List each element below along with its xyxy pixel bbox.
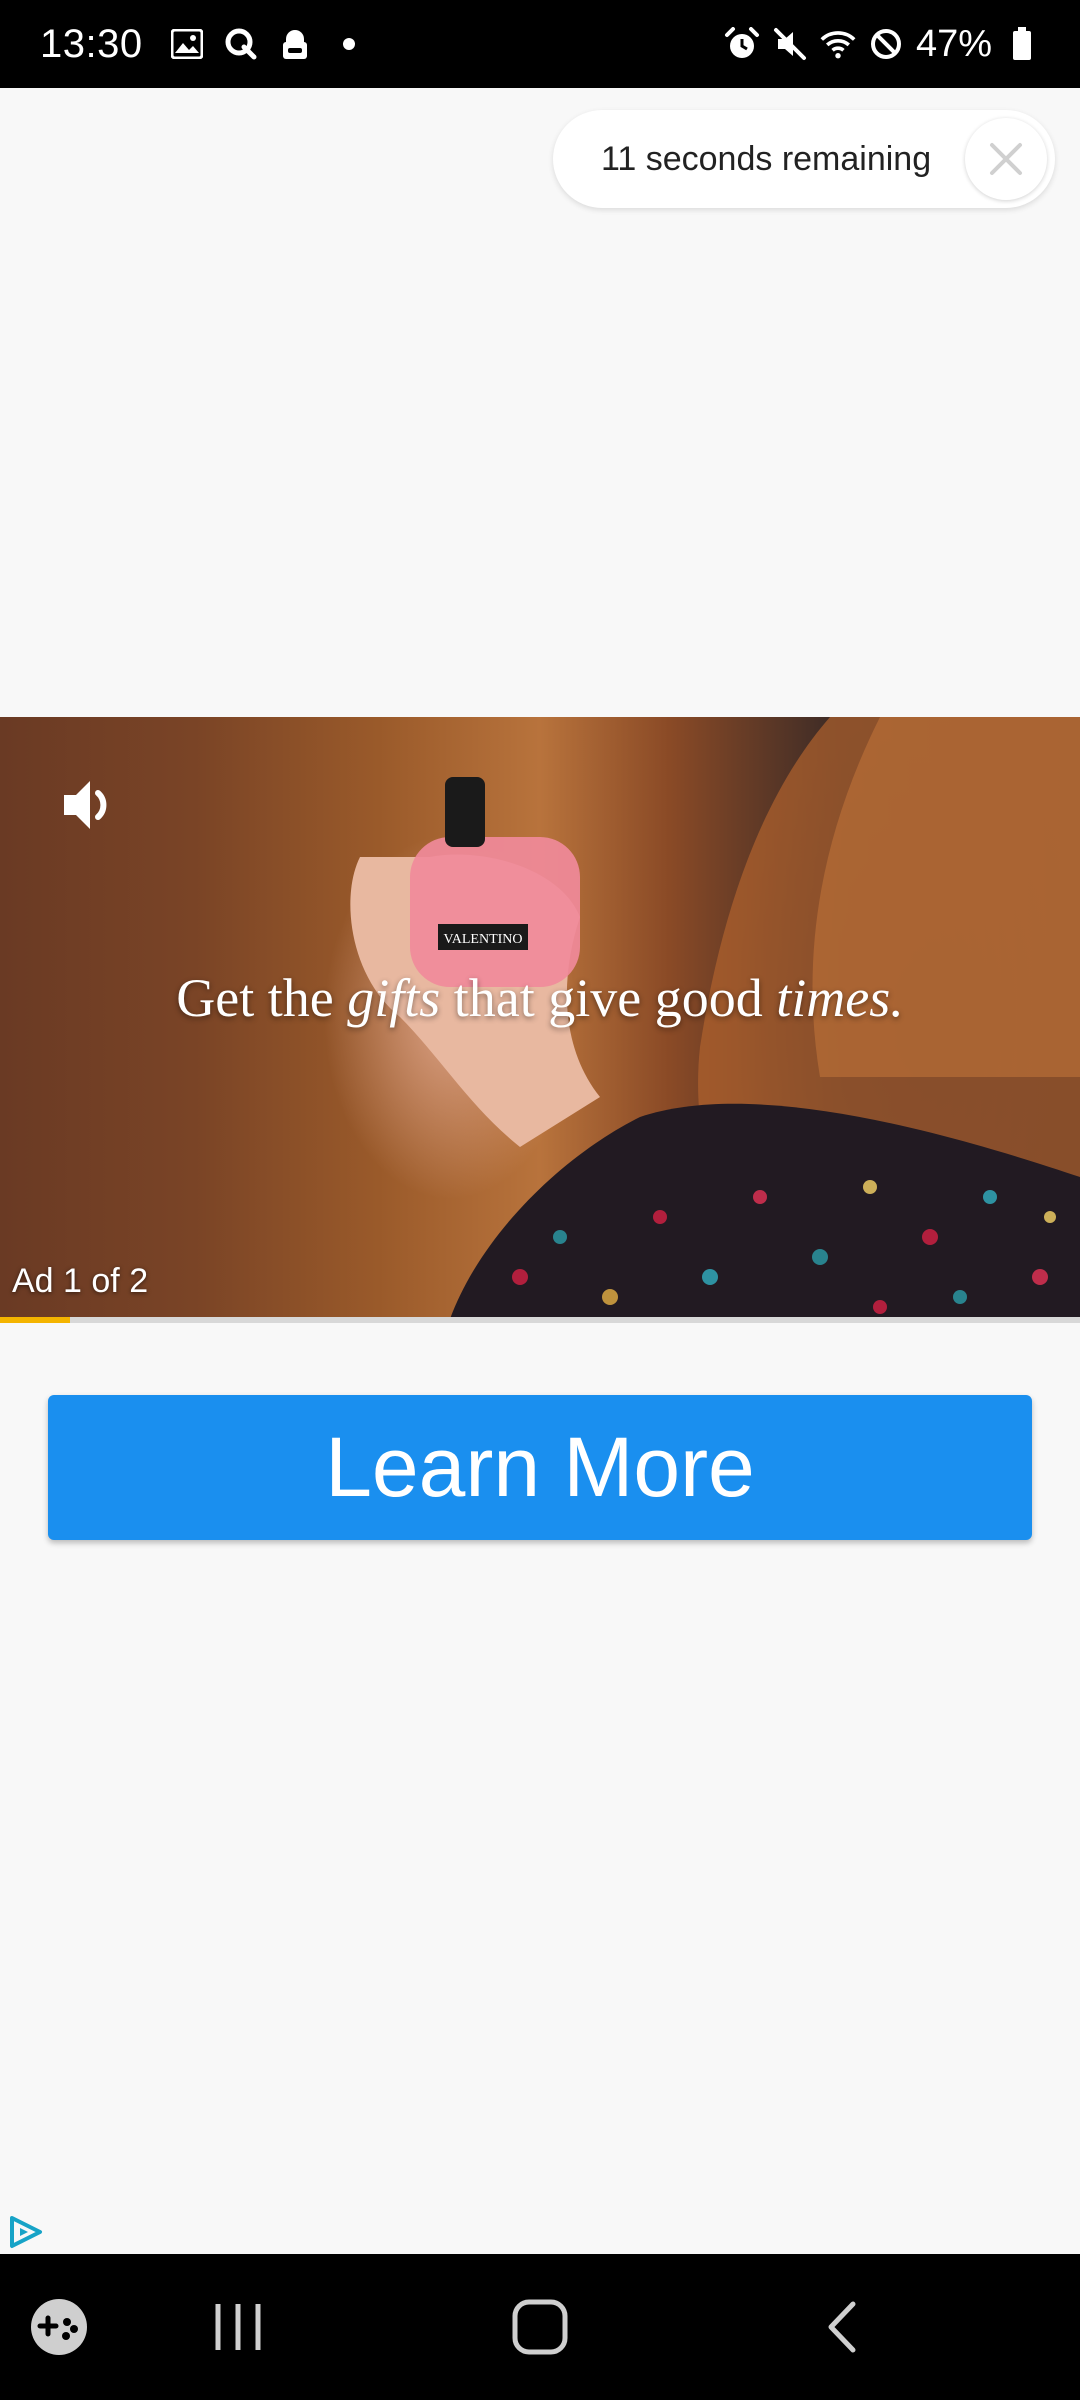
learn-more-button[interactable]: Learn More [48, 1395, 1032, 1540]
recents-icon [215, 2304, 261, 2350]
caption-italic2: times. [776, 968, 904, 1028]
caption-italic1: gifts [347, 968, 441, 1028]
bottle-label: VALENTINO [443, 932, 522, 947]
status-time: 13:30 [40, 21, 143, 66]
search-q-icon [223, 26, 259, 62]
do-not-disturb-icon [868, 26, 904, 62]
adchoices-button[interactable] [6, 2212, 46, 2252]
back-button[interactable] [825, 2300, 859, 2354]
battery-percent: 47% [915, 22, 992, 65]
ad-video[interactable]: VALENTINO Get the gifts that give good t… [0, 717, 1080, 1319]
video-progress-track [0, 1317, 1080, 1323]
recents-button[interactable] [212, 2302, 264, 2352]
gallery-icon [169, 26, 205, 62]
status-bar: 13:30 47% [0, 0, 1080, 88]
status-left: 13:30 [40, 22, 367, 67]
back-icon [828, 2301, 856, 2353]
close-ad-button[interactable] [965, 118, 1047, 200]
close-icon [990, 143, 1022, 175]
game-launcher-icon [31, 2299, 87, 2355]
home-icon [512, 2299, 568, 2355]
mute-icon [772, 26, 808, 62]
video-caption: Get the gifts that give good times. [0, 967, 1080, 1029]
alarm-icon [724, 26, 760, 62]
caption-part2: that give good [440, 968, 777, 1028]
mute-button[interactable] [58, 773, 122, 837]
status-right: 47% [724, 23, 1040, 66]
ad-screen: 13:30 47% 11 seconds remaining VALENTINO… [0, 0, 1080, 2400]
notification-dot-icon [331, 26, 367, 62]
countdown-pill: 11 seconds remaining [553, 110, 1055, 208]
countdown-text: 11 seconds remaining [601, 139, 932, 178]
navigation-bar [0, 2254, 1080, 2400]
speaker-icon [64, 781, 107, 829]
adchoices-icon [10, 2216, 42, 2248]
battery-icon [1004, 26, 1040, 62]
ad-counter: Ad 1 of 2 [12, 1262, 149, 1300]
video-progress-fill [0, 1317, 71, 1323]
caption-part1: Get the [176, 968, 348, 1028]
home-button[interactable] [512, 2299, 568, 2355]
vpn-lock-icon [277, 26, 313, 62]
game-launcher-button[interactable] [30, 2298, 88, 2356]
wifi-icon [820, 26, 856, 62]
